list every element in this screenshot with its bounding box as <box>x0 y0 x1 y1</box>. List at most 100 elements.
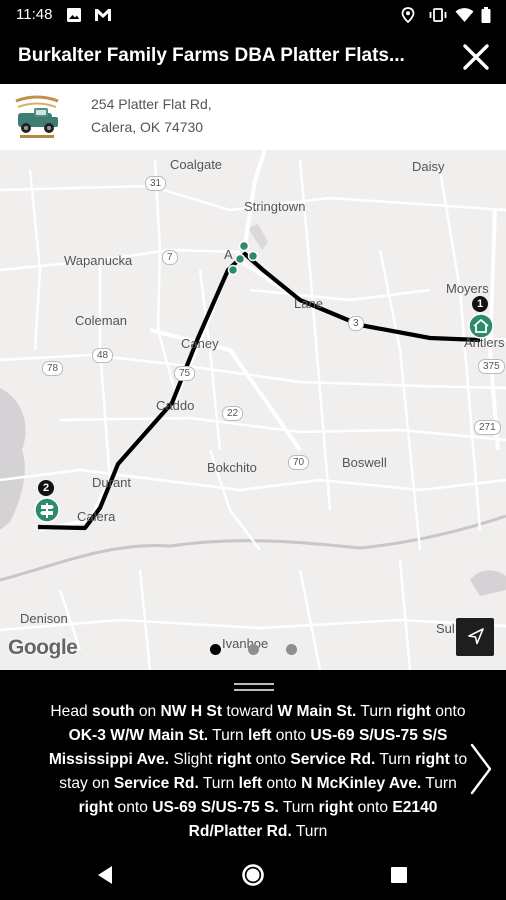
route-shield: 3 <box>348 316 364 331</box>
lake-shape <box>0 388 26 530</box>
direction-text-segment: Turn <box>421 775 457 792</box>
app-screen: 11:48 Burkalter Family Farms DBA Platter… <box>0 0 506 900</box>
page-title: Burkalter Family Farms DBA Platter Flats… <box>18 45 405 66</box>
marker-number-badge: 1 <box>472 296 488 312</box>
route-shield: 75 <box>174 366 196 381</box>
lake-shape <box>248 224 268 250</box>
system-nav-bar <box>0 850 506 900</box>
direction-emphasis: right <box>216 751 252 768</box>
direction-emphasis: Service Rd. <box>290 751 376 768</box>
place-label: Boswell <box>342 455 387 470</box>
direction-emphasis: right <box>415 751 450 768</box>
direction-emphasis: N McKinley Ave. <box>301 775 422 792</box>
direction-text-segment: onto <box>113 799 153 816</box>
direction-text-segment: Turn <box>198 775 239 792</box>
vibrate-icon <box>429 8 447 22</box>
route-shield: 78 <box>42 361 64 376</box>
place-label: Ivanhoe <box>222 636 269 651</box>
direction-emphasis: left <box>238 775 263 792</box>
home-icon[interactable] <box>238 860 268 890</box>
close-icon[interactable] <box>460 41 492 73</box>
page-dot-2[interactable] <box>248 644 259 655</box>
place-label: Coleman <box>75 313 128 328</box>
place-label: Wapanucka <box>64 253 133 268</box>
direction-text-segment: toward <box>222 703 278 720</box>
gmail-icon <box>95 9 111 21</box>
chevron-right-icon[interactable] <box>468 742 494 796</box>
place-label: Bokchito <box>207 460 257 475</box>
route-shield: 48 <box>92 348 114 363</box>
place-label: Denison <box>20 611 68 626</box>
direction-emphasis: right <box>318 799 354 816</box>
direction-text-segment: Head <box>50 703 93 720</box>
direction-emphasis: NW H St <box>160 703 223 720</box>
direction-text-segment: Turn <box>291 823 328 840</box>
place-label: Lane <box>294 296 323 311</box>
marker-number-badge: 2 <box>38 480 54 496</box>
direction-emphasis: Service Rd. <box>113 775 199 792</box>
direction-emphasis: right <box>78 799 114 816</box>
route-shield: 70 <box>288 455 310 470</box>
route-map[interactable]: Coalgate Daisy Stringtown Wapanucka A Mo… <box>0 150 506 670</box>
app-header: Burkalter Family Farms DBA Platter Flats… <box>0 30 506 84</box>
direction-text-segment: onto <box>271 727 311 744</box>
wifi-icon <box>455 8 474 22</box>
route-marker-1[interactable]: 1 <box>466 296 496 342</box>
place-label: Calera <box>77 509 116 524</box>
place-label: Caney <box>181 336 219 351</box>
place-label: Moyers <box>446 281 489 296</box>
place-label: Sul <box>436 621 455 636</box>
back-icon[interactable] <box>90 860 120 890</box>
direction-emphasis: south <box>92 703 135 720</box>
my-location-button[interactable] <box>456 618 494 656</box>
direction-emphasis: OK-3 W/W Main St. <box>68 727 209 744</box>
direction-text-segment: Turn <box>208 727 248 744</box>
direction-text-segment: Slight <box>169 751 217 768</box>
route-shield: 22 <box>222 406 244 421</box>
direction-emphasis: US-69 S/US-75 S. <box>152 799 279 816</box>
image-icon <box>67 8 81 22</box>
battery-icon <box>481 7 491 23</box>
direction-text-segment: Turn <box>375 751 416 768</box>
address-line-2: Calera, OK 74730 <box>91 119 204 135</box>
direction-emphasis: right <box>396 703 431 720</box>
page-dot-1[interactable] <box>210 644 221 655</box>
place-label: Coalgate <box>170 157 223 172</box>
road-network <box>0 159 506 670</box>
farm-logo <box>12 93 62 141</box>
directions-text: Head south on NW H St toward W Main St. … <box>48 700 468 844</box>
place-label: A <box>224 247 233 262</box>
direction-emphasis: W Main St. <box>277 703 357 720</box>
direction-text-segment: onto <box>353 799 393 816</box>
lake-shape <box>470 570 506 596</box>
status-time: 11:48 <box>16 6 53 23</box>
route-marker-2[interactable]: 2 <box>32 480 62 526</box>
page-dot-3[interactable] <box>286 644 297 655</box>
map-canvas <box>0 150 506 670</box>
route-shield: 375 <box>478 359 505 374</box>
recents-icon[interactable] <box>384 860 414 890</box>
direction-text-segment: onto <box>251 751 291 768</box>
river-line <box>0 514 506 582</box>
directions-panel: Head south on NW H St toward W Main St. … <box>0 670 506 850</box>
status-bar: 11:48 <box>0 0 506 30</box>
signpost-pin-icon <box>34 497 60 523</box>
direction-emphasis: left <box>248 727 272 744</box>
place-label: Stringtown <box>244 199 306 214</box>
route-shield: 7 <box>162 250 178 265</box>
route-shield: 271 <box>474 420 501 435</box>
direction-text-segment: Turn <box>356 703 397 720</box>
house-pin-icon <box>468 313 494 339</box>
google-attribution[interactable]: Google <box>8 636 78 660</box>
place-label: Durant <box>92 475 132 490</box>
address-line-1: 254 Platter Flat Rd, <box>91 96 212 112</box>
place-label: Daisy <box>412 159 445 174</box>
location-icon <box>401 7 415 23</box>
direction-text-segment: on <box>134 703 161 720</box>
direction-text-segment: onto <box>430 703 466 720</box>
drag-handle[interactable] <box>234 683 274 693</box>
address-row: 254 Platter Flat Rd, Calera, OK 74730 <box>0 84 506 150</box>
direction-text-segment: onto <box>262 775 302 792</box>
place-label: Caddo <box>156 398 195 413</box>
direction-text-segment: Turn <box>278 799 319 816</box>
